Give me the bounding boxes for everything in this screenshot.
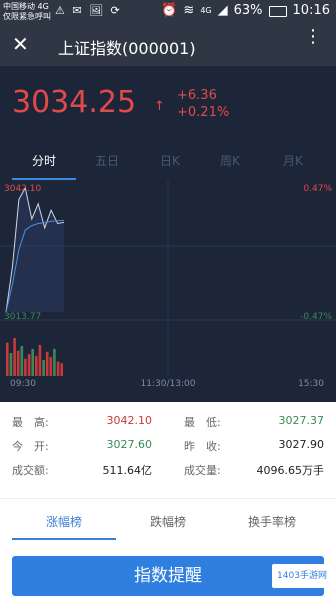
app-header: ✕ 上证指数(000001) ⋮: [0, 26, 336, 66]
tab-monthly-k[interactable]: 月K: [283, 152, 303, 169]
up-arrow-icon: ↑: [154, 99, 165, 114]
volume-bar: [42, 359, 45, 376]
page-title: 上证指数(000001): [58, 39, 196, 58]
turnover-value: 511.64亿: [102, 464, 153, 477]
carrier-name: 中国移动 4G: [3, 2, 49, 11]
low-label: 最 低:: [184, 416, 221, 429]
high-label: 最 高:: [12, 416, 49, 429]
volume-bar: [53, 348, 56, 376]
chart-period-tabs: 分时 五日 日K 周K 月K: [0, 140, 336, 180]
turnover-label: 成交额:: [12, 464, 49, 477]
prev-close-label: 昨 收:: [184, 440, 221, 453]
quote-panel: 3034.25 ↑ +6.36 +0.21%: [0, 66, 336, 140]
axis-label-low: 3013.77: [4, 312, 41, 322]
system-indicators: ⏰ ≋ 4G ◢ 63% 10:16: [161, 3, 330, 18]
volume-bar: [6, 342, 9, 376]
time-label-open: 09:30: [10, 379, 36, 389]
current-price: 3034.25: [12, 85, 137, 120]
price-area: [6, 188, 64, 312]
volume-bar: [13, 338, 16, 376]
time-label-midday: 11:30/13:00: [141, 379, 196, 389]
prev-close-value: 3027.90: [278, 438, 325, 451]
axis-label-high: 3042.10: [4, 184, 41, 194]
tab-five-day[interactable]: 五日: [95, 152, 119, 169]
volume-bar: [20, 346, 24, 376]
volume-bar: [45, 351, 49, 376]
notification-icons: ⚠ ✉ 🖼 ⟳: [55, 4, 122, 17]
change-percent: +0.21%: [177, 105, 230, 120]
axis-label-low-pct: -0.47%: [300, 312, 332, 322]
tab-weekly-k[interactable]: 周K: [220, 152, 240, 169]
volume-bar: [9, 353, 13, 376]
volume-bar: [60, 363, 63, 376]
watermark-logo: 1403手游网: [272, 564, 332, 588]
high-value: 3042.10: [106, 414, 153, 427]
price-change: +6.36 +0.21%: [177, 87, 229, 121]
volume-bar: [16, 350, 20, 376]
volume-bar: [27, 354, 31, 376]
open-label: 今 开:: [12, 440, 49, 453]
axis-label-high-pct: 0.47%: [303, 184, 332, 194]
volume-bar: [24, 358, 27, 376]
tab-top-losers[interactable]: 跌幅榜: [150, 513, 186, 530]
tab-intraday[interactable]: 分时: [32, 152, 56, 169]
time-label-close: 15:30: [298, 379, 324, 389]
clock: 10:16: [292, 3, 330, 18]
volume-bars: [6, 338, 63, 376]
open-value: 3027.60: [106, 438, 153, 451]
tab-top-gainers[interactable]: 涨幅榜: [46, 513, 82, 530]
alarm-icon: ⏰: [161, 3, 178, 18]
active-rank-indicator: [12, 538, 116, 540]
battery-level: 63%: [233, 3, 263, 18]
volume-bar: [49, 357, 53, 376]
intraday-chart-svg: 3042.10 0.47% 3013.77 -0.47% 09:30 11:30…: [0, 180, 336, 389]
status-bar: 中国移动 4G 仅限紧急呼叫 ⚠ ✉ 🖼 ⟳ ⏰ ≋ 4G ◢ 63% 10:1…: [0, 0, 336, 26]
volume-label: 成交量:: [184, 464, 221, 477]
low-value: 3027.37: [278, 414, 325, 427]
volume-bar: [38, 344, 42, 376]
signal-icon: ◢: [217, 3, 228, 18]
more-icon[interactable]: ⋮: [304, 28, 322, 46]
stats-panel: 最 高: 3042.10 最 低: 3027.37 今 开: 3027.60 昨…: [0, 402, 336, 490]
close-icon[interactable]: ✕: [12, 32, 29, 56]
intraday-chart: 3042.10 0.47% 3013.77 -0.47% 09:30 11:30…: [0, 180, 336, 402]
ranking-tabs: 涨幅榜 跌幅榜 换手率榜: [0, 498, 336, 541]
wifi-icon: ≋: [183, 3, 195, 18]
tab-turnover-rate[interactable]: 换手率榜: [248, 513, 296, 530]
signal-label: 4G: [200, 6, 212, 15]
volume-bar: [31, 348, 34, 376]
price-lines: [5, 186, 65, 313]
carrier-status: 仅限紧急呼叫: [3, 12, 51, 21]
tab-daily-k[interactable]: 日K: [160, 152, 180, 169]
volume-bar: [56, 361, 60, 376]
battery-icon: [268, 5, 287, 17]
change-value: +6.36: [177, 88, 217, 103]
volume-bar: [35, 355, 38, 376]
volume-value: 4096.65万手: [256, 464, 325, 477]
